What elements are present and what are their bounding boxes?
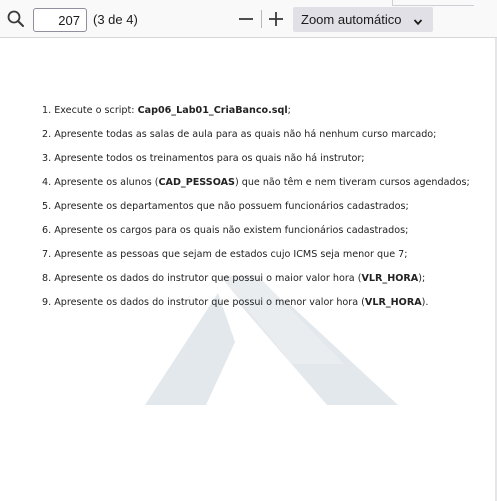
list-item-text: Apresente os alunos ( <box>54 177 159 188</box>
list-item-code: VLR_HORA <box>364 297 422 308</box>
search-icon[interactable] <box>6 9 26 29</box>
list-item-text-end: ). <box>421 297 429 308</box>
list-item-text: Apresente os dados do instrutor que poss… <box>54 273 362 284</box>
list-item-number: 9. <box>42 297 52 308</box>
plus-icon[interactable] <box>266 9 286 29</box>
zoom-select[interactable]: Zoom automático <box>293 7 433 32</box>
list-item-text: Apresente as pessoas que sejam de estado… <box>54 249 408 260</box>
list-item-code: Cap06_Lab01_CriaBanco.sql <box>137 105 288 116</box>
list-item-number: 8. <box>42 273 52 284</box>
list-item-text-end: ); <box>418 273 426 284</box>
toolbar-top-edge <box>392 0 474 6</box>
list-item-number: 7. <box>42 249 52 260</box>
list-item-text: Apresente os departamentos que não possu… <box>54 201 409 212</box>
list-item-code: CAD_PESSOAS <box>158 177 235 188</box>
toolbar-separator <box>261 10 262 28</box>
list-item: 4. Apresente os alunos (CAD_PESSOAS) que… <box>42 176 470 200</box>
zoom-select-value: Zoom automático <box>301 12 402 27</box>
list-item: 1. Execute o script: Cap06_Lab01_CriaBan… <box>42 104 470 128</box>
list-item-code: VLR_HORA <box>361 273 419 284</box>
list-item-number: 4. <box>42 177 52 188</box>
list-item: 2. Apresente todas as salas de aula para… <box>42 128 470 152</box>
list-item: 9. Apresente os dados do instrutor que p… <box>42 296 470 320</box>
pdf-toolbar: (3 de 4) Zoom automático <box>0 0 497 38</box>
list-item: 7. Apresente as pessoas que sejam de est… <box>42 248 470 272</box>
list-item: 5. Apresente os departamentos que não po… <box>42 200 470 224</box>
list-item-number: 6. <box>42 225 52 236</box>
list-item-text: Apresente os cargos para os quais não ex… <box>54 225 409 236</box>
list-item: 3. Apresente todos os treinamentos para … <box>42 152 470 176</box>
list-item-text-end: ) que não têm e nem tiveram cursos agend… <box>234 177 470 188</box>
list-item-number: 3. <box>42 153 52 164</box>
list-item-text: Apresente todos os treinamentos para os … <box>54 153 365 164</box>
exercise-list: 1. Execute o script: Cap06_Lab01_CriaBan… <box>42 104 470 320</box>
list-item-text: Execute o script: <box>54 105 138 116</box>
pdf-page: 1. Execute o script: Cap06_Lab01_CriaBan… <box>0 38 497 501</box>
list-item-text: Apresente todas as salas de aula para as… <box>54 129 437 140</box>
list-item: 8. Apresente os dados do instrutor que p… <box>42 272 470 296</box>
chevron-down-icon <box>413 14 423 26</box>
minus-icon[interactable] <box>236 9 256 29</box>
list-item-number: 5. <box>42 201 52 212</box>
list-item-number: 1. <box>42 105 52 116</box>
list-item-text: Apresente os dados do instrutor que poss… <box>54 297 365 308</box>
page-number-input[interactable] <box>33 8 87 32</box>
list-item-number: 2. <box>42 129 52 140</box>
list-item: 6. Apresente os cargos para os quais não… <box>42 224 470 248</box>
list-item-text-end: ; <box>287 105 291 116</box>
page-count-label: (3 de 4) <box>93 12 138 27</box>
